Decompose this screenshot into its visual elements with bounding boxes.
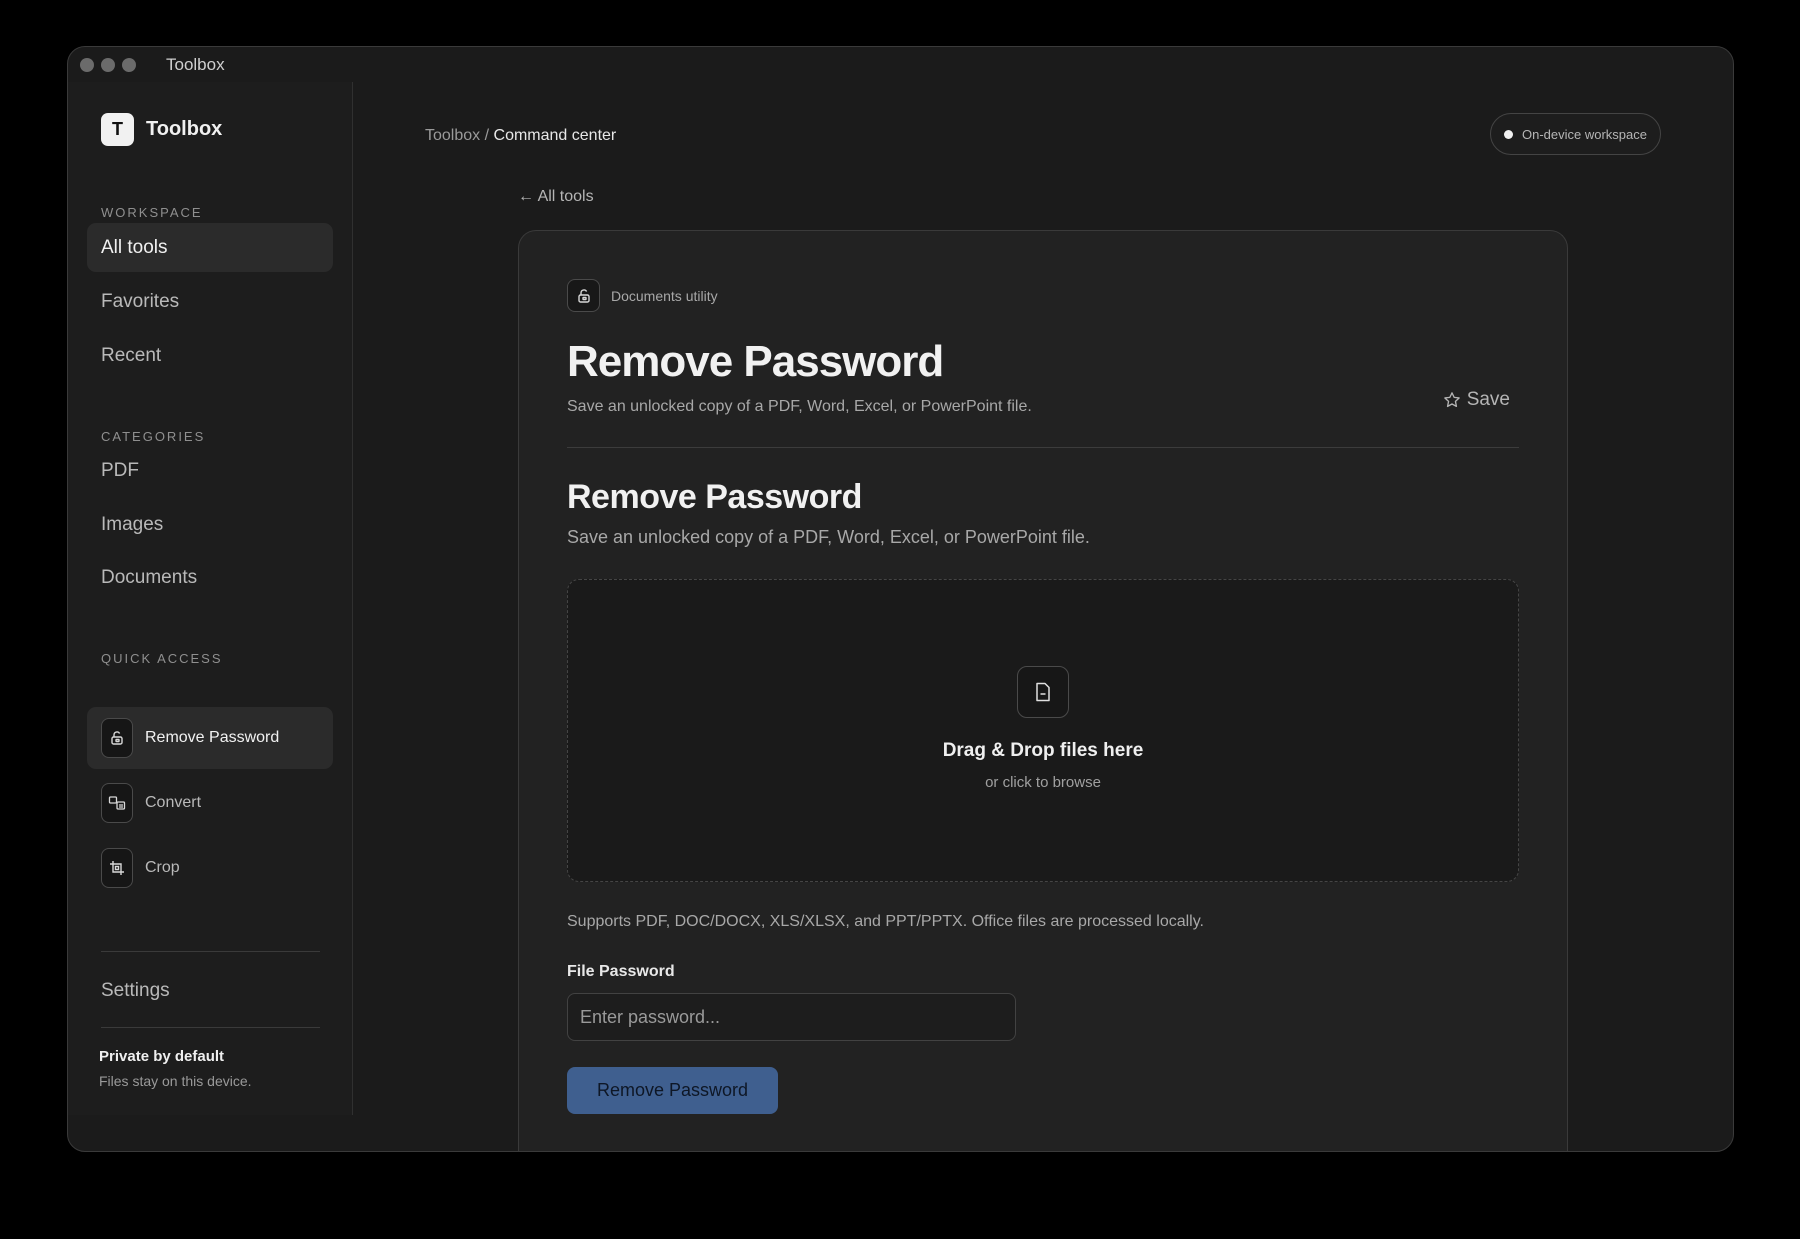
- sidebar-item-recent[interactable]: Recent: [87, 331, 333, 380]
- status-badge: On-device workspace: [1490, 113, 1661, 155]
- file-dropzone[interactable]: Drag & Drop files here or click to brows…: [567, 579, 1519, 882]
- window-controls: [80, 57, 136, 72]
- breadcrumb-separator: /: [484, 127, 490, 144]
- quick-access-label: Convert: [145, 794, 202, 811]
- save-favorite-button[interactable]: Save: [1443, 389, 1510, 411]
- sidebar-divider: [101, 951, 320, 952]
- sidebar-item-documents[interactable]: Documents: [87, 553, 333, 602]
- quick-access-remove-password[interactable]: Remove Password: [87, 707, 333, 769]
- brand[interactable]: T Toolbox: [101, 113, 222, 146]
- privacy-title: Private by default: [99, 1048, 225, 1065]
- sidebar-item-all-tools[interactable]: All tools: [87, 223, 333, 272]
- tool-subtitle: Save an unlocked copy of a PDF, Word, Ex…: [567, 527, 1090, 547]
- page-title: Remove Password: [567, 337, 944, 386]
- sidebar-item-label: Images: [101, 513, 164, 535]
- breadcrumb-current: Command center: [493, 127, 617, 144]
- workspace-section-label: WORKSPACE: [101, 205, 203, 220]
- breadcrumb: Toolbox / Command center: [425, 127, 616, 145]
- password-label: File Password: [567, 963, 675, 980]
- sidebar-item-label: Favorites: [101, 290, 180, 312]
- brand-logo: T: [101, 113, 134, 146]
- tool-card: Documents utility Remove Password Save a…: [518, 230, 1568, 1151]
- sidebar-divider: [101, 1027, 320, 1028]
- window-title: Toolbox: [166, 54, 225, 74]
- sidebar-item-label: Documents: [101, 566, 198, 588]
- quick-access-section-label: QUICK ACCESS: [101, 651, 223, 666]
- status-dot-icon: [1504, 129, 1513, 139]
- tool-kicker: Documents utility: [567, 279, 718, 312]
- privacy-subtitle: Files stay on this device.: [99, 1073, 252, 1089]
- quick-access-crop[interactable]: Crop: [87, 837, 333, 899]
- quick-access-convert[interactable]: Convert: [87, 772, 333, 834]
- dropzone-title: Drag & Drop files here: [942, 740, 1144, 761]
- page-subtitle: Save an unlocked copy of a PDF, Word, Ex…: [567, 398, 1032, 415]
- dropzone-subtitle: or click to browse: [985, 774, 1101, 791]
- sidebar: T Toolbox WORKSPACE All tools Favorites …: [68, 82, 353, 1115]
- breadcrumb-root[interactable]: Toolbox: [425, 127, 480, 144]
- sidebar-item-pdf[interactable]: PDF: [87, 446, 333, 495]
- zoom-window-button[interactable]: [122, 57, 136, 72]
- sidebar-item-label: PDF: [101, 459, 139, 481]
- sidebar-item-images[interactable]: Images: [87, 500, 333, 549]
- title-bar: Toolbox: [68, 47, 1733, 82]
- star-icon: [1443, 392, 1460, 408]
- app-window: Toolbox T Toolbox WORKSPACE All tools Fa…: [67, 46, 1734, 1152]
- unlock-icon: [567, 279, 600, 312]
- sidebar-item-favorites[interactable]: Favorites: [87, 277, 333, 326]
- save-label: Save: [1466, 389, 1510, 410]
- main-content: Toolbox / Command center On-device works…: [354, 82, 1733, 1151]
- sidebar-item-settings[interactable]: Settings: [101, 980, 170, 1002]
- password-input[interactable]: [567, 993, 1016, 1041]
- minimize-window-button[interactable]: [101, 57, 115, 72]
- back-to-all-tools-link[interactable]: ← All tools: [518, 188, 594, 206]
- file-icon: [1017, 666, 1069, 718]
- card-divider: [567, 447, 1519, 448]
- sidebar-item-label: All tools: [101, 236, 168, 258]
- brand-name: Toolbox: [146, 118, 223, 140]
- close-window-button[interactable]: [80, 57, 94, 72]
- tool-title: Remove Password: [567, 478, 862, 516]
- sidebar-item-label: Recent: [101, 344, 162, 366]
- categories-section-label: CATEGORIES: [101, 429, 206, 444]
- unlock-icon: [101, 718, 133, 758]
- status-label: On-device workspace: [1522, 126, 1647, 142]
- quick-access-label: Remove Password: [145, 729, 280, 746]
- convert-icon: [101, 783, 133, 823]
- tool-category-label: Documents utility: [611, 287, 718, 304]
- remove-password-button[interactable]: Remove Password: [567, 1067, 778, 1114]
- crop-icon: [101, 848, 133, 888]
- quick-access-label: Crop: [145, 859, 180, 876]
- supported-formats-note: Supports PDF, DOC/DOCX, XLS/XLSX, and PP…: [567, 913, 1204, 930]
